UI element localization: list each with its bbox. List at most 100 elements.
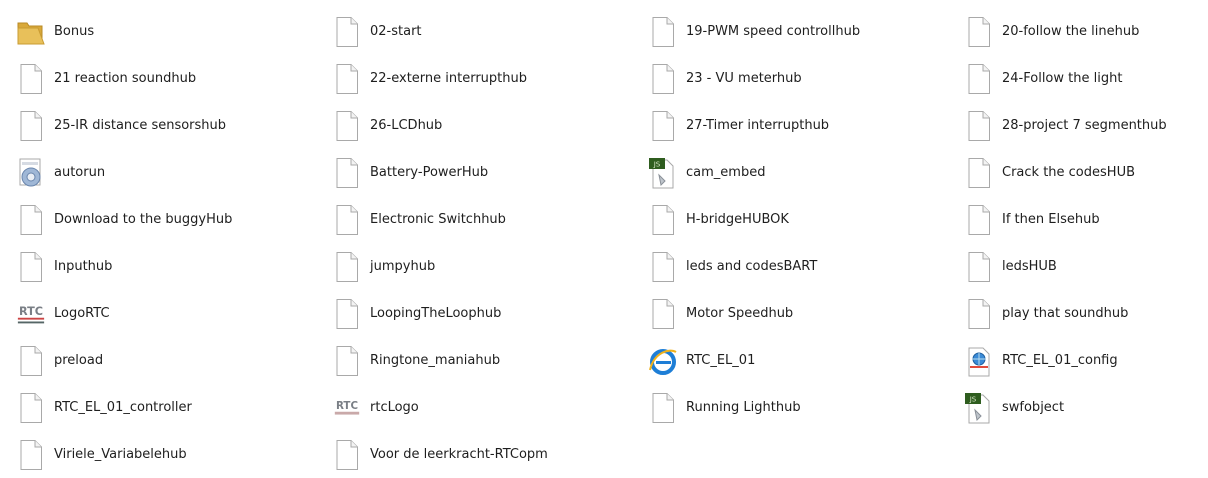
file-icon: [16, 109, 46, 143]
file-icon: [332, 250, 362, 284]
file-icon: [16, 344, 46, 378]
file-item[interactable]: RTC rtcLogo: [326, 384, 642, 431]
file-name: LoopingTheLoophub: [370, 306, 502, 321]
file-name: swfobject: [1002, 400, 1065, 415]
file-item[interactable]: preload: [10, 337, 326, 384]
file-item[interactable]: Ringtone_maniahub: [326, 337, 642, 384]
file-icon: [964, 297, 994, 331]
file-item[interactable]: 21 reaction soundhub: [10, 55, 326, 102]
file-name: ledsHUB: [1002, 259, 1057, 274]
file-icon: [964, 15, 994, 49]
file-name: leds and codesBART: [686, 259, 818, 274]
file-icon: [964, 109, 994, 143]
svg-text:RTC: RTC: [19, 304, 43, 317]
file-item[interactable]: JS swfobject: [958, 384, 1208, 431]
folder-icon: [16, 15, 46, 49]
file-icon: [648, 203, 678, 237]
file-item[interactable]: Battery-PowerHub: [326, 149, 642, 196]
file-icon: [16, 438, 46, 472]
file-name: rtcLogo: [370, 400, 419, 415]
svg-text:JS: JS: [969, 395, 977, 403]
file-name: 24-Follow the light: [1002, 71, 1123, 86]
rtc-logo-icon: RTC: [16, 297, 46, 331]
file-name: 20-follow the linehub: [1002, 24, 1140, 39]
file-name: 23 - VU meterhub: [686, 71, 802, 86]
file-item[interactable]: RTC_EL_01: [642, 337, 958, 384]
file-item[interactable]: 25-IR distance sensorshub: [10, 102, 326, 149]
file-item[interactable]: 28-project 7 segmenthub: [958, 102, 1208, 149]
file-item[interactable]: Crack the codesHUB: [958, 149, 1208, 196]
file-name: 28-project 7 segmenthub: [1002, 118, 1167, 133]
file-name: 19-PWM speed controllhub: [686, 24, 861, 39]
file-item[interactable]: 27-Timer interrupthub: [642, 102, 958, 149]
file-icon: [16, 203, 46, 237]
file-name: preload: [54, 353, 104, 368]
file-item[interactable]: autorun: [10, 149, 326, 196]
file-item[interactable]: jumpyhub: [326, 243, 642, 290]
file-icon: [964, 156, 994, 190]
file-item[interactable]: Viriele_Variabelehub: [10, 431, 326, 478]
file-icon: [332, 297, 362, 331]
file-icon: [648, 297, 678, 331]
file-name: Crack the codesHUB: [1002, 165, 1135, 180]
file-name: play that soundhub: [1002, 306, 1129, 321]
file-name: RTC_EL_01_config: [1002, 353, 1118, 368]
file-item[interactable]: Electronic Switchhub: [326, 196, 642, 243]
file-name: autorun: [54, 165, 106, 180]
file-name: Motor Speedhub: [686, 306, 794, 321]
file-icon: [332, 15, 362, 49]
file-item[interactable]: LoopingTheLoophub: [326, 290, 642, 337]
file-icon: [648, 250, 678, 284]
file-icon: [648, 62, 678, 96]
file-item[interactable]: 19-PWM speed controllhub: [642, 8, 958, 55]
file-name: 27-Timer interrupthub: [686, 118, 830, 133]
file-name: 21 reaction soundhub: [54, 71, 197, 86]
file-item[interactable]: H-bridgeHUBOK: [642, 196, 958, 243]
rtc-logo-small-icon: RTC: [332, 391, 362, 425]
file-icon: [332, 203, 362, 237]
file-name: LogoRTC: [54, 306, 110, 321]
js-file-icon: JS: [964, 391, 994, 425]
file-item[interactable]: play that soundhub: [958, 290, 1208, 337]
xml-config-icon: [964, 344, 994, 378]
file-item[interactable]: ledsHUB: [958, 243, 1208, 290]
file-name: Download to the buggyHub: [54, 212, 233, 227]
svg-text:JS: JS: [653, 160, 661, 168]
file-item[interactable]: 22-externe interrupthub: [326, 55, 642, 102]
file-item[interactable]: RTC_EL_01_config: [958, 337, 1208, 384]
file-icon: [332, 344, 362, 378]
file-item[interactable]: Voor de leerkracht-RTCopm: [326, 431, 642, 478]
file-name: jumpyhub: [370, 259, 436, 274]
file-item[interactable]: If then Elsehub: [958, 196, 1208, 243]
file-item[interactable]: JS cam_embed: [642, 149, 958, 196]
file-name: Ringtone_maniahub: [370, 353, 501, 368]
file-name: cam_embed: [686, 165, 766, 180]
file-item[interactable]: 24-Follow the light: [958, 55, 1208, 102]
file-name: 25-IR distance sensorshub: [54, 118, 227, 133]
file-name: Running Lighthub: [686, 400, 801, 415]
file-item[interactable]: RTC_EL_01_controller: [10, 384, 326, 431]
file-item[interactable]: 23 - VU meterhub: [642, 55, 958, 102]
file-item[interactable]: Inputhub: [10, 243, 326, 290]
js-file-icon: JS: [648, 156, 678, 190]
file-item[interactable]: 20-follow the linehub: [958, 8, 1208, 55]
file-item[interactable]: 02-start: [326, 8, 642, 55]
file-name: Voor de leerkracht-RTCopm: [370, 447, 548, 462]
file-icon: [648, 109, 678, 143]
file-icon: [964, 203, 994, 237]
file-name: Inputhub: [54, 259, 113, 274]
file-item[interactable]: Bonus: [10, 8, 326, 55]
file-name: Battery-PowerHub: [370, 165, 489, 180]
file-icon: [332, 62, 362, 96]
file-item[interactable]: leds and codesBART: [642, 243, 958, 290]
file-name: Electronic Switchhub: [370, 212, 506, 227]
file-item[interactable]: RTC LogoRTC: [10, 290, 326, 337]
file-icon: [332, 109, 362, 143]
file-item[interactable]: Running Lighthub: [642, 384, 958, 431]
file-list: Bonus 02-start 19-PWM speed controllhub …: [10, 8, 1208, 478]
file-name: RTC_EL_01_controller: [54, 400, 192, 415]
file-item[interactable]: Motor Speedhub: [642, 290, 958, 337]
file-item[interactable]: 26-LCDhub: [326, 102, 642, 149]
file-item[interactable]: Download to the buggyHub: [10, 196, 326, 243]
file-name: RTC_EL_01: [686, 353, 756, 368]
